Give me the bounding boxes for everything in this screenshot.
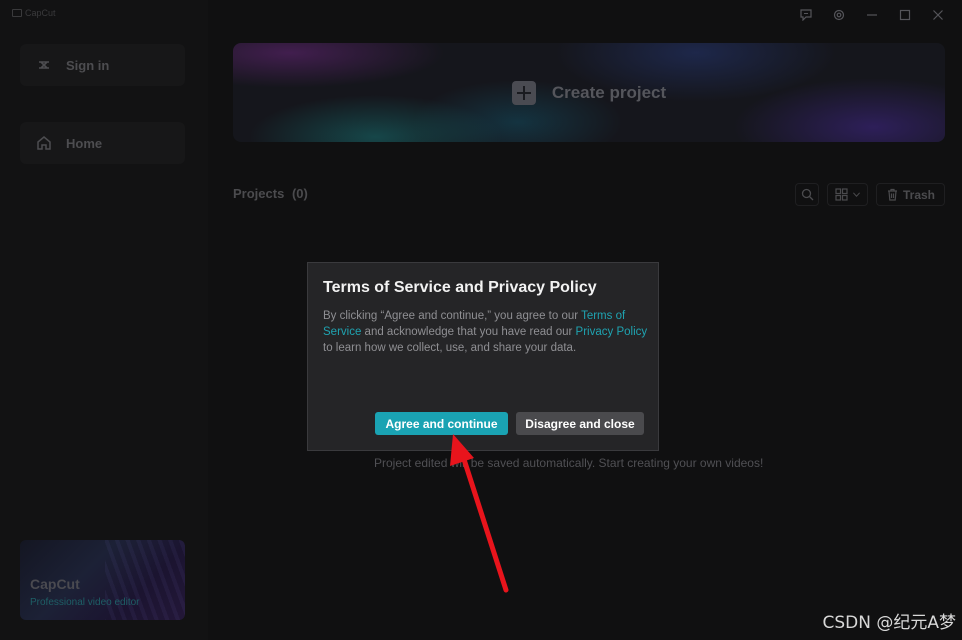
disagree-button[interactable]: Disagree and close <box>516 412 644 435</box>
close-icon <box>932 10 943 20</box>
sidebar: CapCut Sign in Home CapCut Professional … <box>0 0 208 640</box>
privacy-policy-link[interactable]: Privacy Policy <box>576 326 648 338</box>
sidebar-item-home[interactable]: Home <box>20 122 185 164</box>
dialog-text-3: to learn how we collect, use, and share … <box>323 342 577 354</box>
app-window: CapCut Sign in Home CapCut Professional … <box>0 0 962 640</box>
trash-button[interactable]: Trash <box>876 183 945 206</box>
sign-in-button[interactable]: Sign in <box>20 44 185 86</box>
close-button[interactable] <box>921 4 954 26</box>
projects-count: (0) <box>291 186 308 201</box>
app-name: CapCut <box>25 8 56 18</box>
minimize-button[interactable] <box>855 4 888 26</box>
empty-state-message: Project edited will be saved automatical… <box>374 456 764 470</box>
agree-button[interactable]: Agree and continue <box>375 412 508 435</box>
promo-decoration <box>105 540 185 620</box>
grid-view-icon <box>834 188 848 201</box>
search-icon <box>801 188 813 201</box>
promo-card[interactable]: CapCut Professional video editor <box>20 540 185 620</box>
projects-label: Projects <box>233 186 285 201</box>
promo-subtitle: Professional video editor <box>30 597 140 608</box>
feedback-button[interactable] <box>789 4 822 26</box>
chevron-down-icon <box>852 192 860 197</box>
settings-button[interactable] <box>822 4 855 26</box>
capcut-logo-icon <box>12 9 22 17</box>
dialog-title: Terms of Service and Privacy Policy <box>323 279 597 296</box>
trash-icon <box>887 188 897 201</box>
maximize-icon <box>899 9 910 21</box>
promo-title: CapCut <box>30 576 80 592</box>
create-project-label: Create project <box>551 82 667 102</box>
app-logo: CapCut <box>12 8 56 18</box>
dialog-text-1: By clicking “Agree and continue,” you ag… <box>323 310 579 322</box>
maximize-button[interactable] <box>888 4 921 26</box>
plus-icon <box>511 80 536 105</box>
minimize-icon <box>866 14 877 16</box>
settings-icon <box>833 9 844 21</box>
window-controls <box>789 4 954 26</box>
feedback-icon <box>799 9 812 21</box>
trash-label: Trash <box>902 187 935 202</box>
watermark: CSDN @纪元A梦 <box>822 613 956 633</box>
terms-dialog: Terms of Service and Privacy Policy By c… <box>307 262 659 451</box>
search-button[interactable] <box>795 183 819 206</box>
projects-heading: Projects (0) <box>233 186 308 201</box>
home-label: Home <box>66 135 103 151</box>
create-project-button[interactable]: Create project <box>233 43 945 142</box>
view-toggle-button[interactable] <box>827 183 868 206</box>
sign-in-icon <box>39 61 49 69</box>
home-icon <box>37 136 51 150</box>
sign-in-label: Sign in <box>66 57 110 73</box>
dialog-body: By clicking “Agree and continue,” you ag… <box>323 308 653 356</box>
dialog-text-2: and acknowledge that you have read our <box>361 326 576 338</box>
